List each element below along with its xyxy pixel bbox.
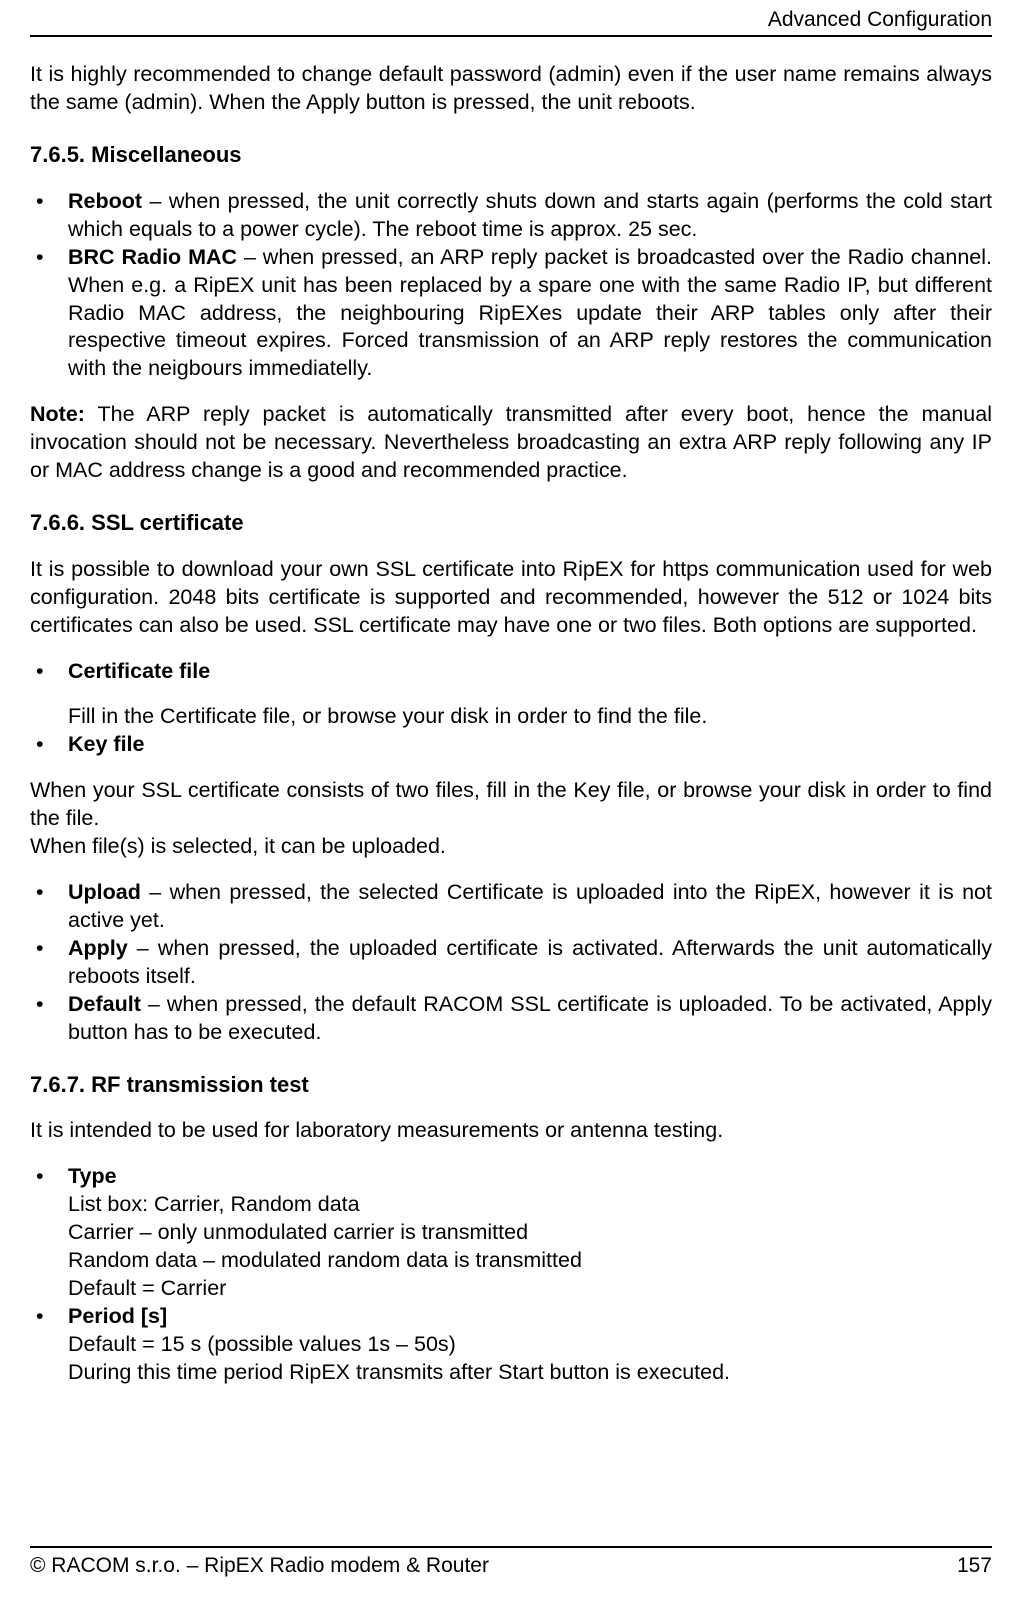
note-text: The ARP reply packet is automatically tr… — [30, 402, 992, 482]
list-ssl-actions: Upload – when pressed, the selected Cert… — [30, 879, 992, 1047]
ssl-intro: It is possible to download your own SSL … — [30, 556, 992, 640]
heading-7-6-7: 7.6.7. RF transmission test — [30, 1071, 992, 1100]
label-upload: Upload — [68, 880, 141, 904]
text-upload: – when pressed, the selected Certificate… — [68, 880, 992, 932]
key-file-paragraph-2: When file(s) is selected, it can be uplo… — [30, 833, 992, 861]
label-reboot: Reboot — [68, 189, 142, 213]
list-rf-test: Type List box: Carrier, Random data Carr… — [30, 1163, 992, 1387]
page-header: Advanced Configuration — [30, 0, 992, 37]
text-reboot: – when pressed, the unit correctly shuts… — [68, 189, 992, 241]
footer-page-number: 157 — [957, 1552, 992, 1579]
list-7-6-5: Reboot – when pressed, the unit correctl… — [30, 188, 992, 384]
label-cert-file: Certificate file — [68, 659, 210, 683]
label-key-file: Key file — [68, 732, 144, 756]
list-item-reboot: Reboot – when pressed, the unit correctl… — [30, 188, 992, 244]
heading-7-6-5: 7.6.5. Miscellaneous — [30, 141, 992, 170]
header-section-title: Advanced Configuration — [768, 6, 992, 33]
text-apply: – when pressed, the uploaded certificate… — [68, 936, 992, 988]
list-item-brc-radio-mac: BRC Radio MAC – when pressed, an ARP rep… — [30, 244, 992, 384]
page-body: It is highly recommended to change defau… — [30, 37, 992, 1387]
list-item-default: Default – when pressed, the default RACO… — [30, 991, 992, 1047]
label-apply: Apply — [68, 936, 128, 960]
label-period: Period [s] — [68, 1304, 167, 1328]
list-item-key-file: Key file — [30, 731, 992, 759]
list-item-upload: Upload – when pressed, the selected Cert… — [30, 879, 992, 935]
type-line-2: Carrier – only unmodulated carrier is tr… — [68, 1219, 992, 1247]
list-item-type: Type List box: Carrier, Random data Carr… — [30, 1163, 992, 1303]
list-item-cert-file: Certificate file Fill in the Certificate… — [30, 658, 992, 732]
note-paragraph: Note: The ARP reply packet is automatica… — [30, 401, 992, 485]
list-item-apply: Apply – when pressed, the uploaded certi… — [30, 935, 992, 991]
label-type: Type — [68, 1164, 117, 1188]
note-label: Note: — [30, 402, 85, 426]
key-file-paragraph: When your SSL certificate consists of tw… — [30, 777, 992, 833]
label-default: Default — [68, 992, 141, 1016]
type-line-3: Random data – modulated random data is t… — [68, 1247, 992, 1275]
page-footer: © RACOM s.r.o. – RipEX Radio modem & Rou… — [30, 1546, 992, 1579]
type-line-4: Default = Carrier — [68, 1275, 992, 1303]
footer-copyright: © RACOM s.r.o. – RipEX Radio modem & Rou… — [30, 1552, 489, 1579]
heading-7-6-6: 7.6.6. SSL certificate — [30, 509, 992, 538]
list-ssl-files: Certificate file Fill in the Certificate… — [30, 658, 992, 760]
period-line-2: During this time period RipEX transmits … — [68, 1359, 992, 1387]
text-default: – when pressed, the default RACOM SSL ce… — [68, 992, 992, 1044]
rf-intro: It is intended to be used for laboratory… — [30, 1117, 992, 1145]
desc-cert-file: Fill in the Certificate file, or browse … — [68, 703, 992, 731]
list-item-period: Period [s] Default = 15 s (possible valu… — [30, 1303, 992, 1387]
intro-paragraph: It is highly recommended to change defau… — [30, 61, 992, 117]
type-line-1: List box: Carrier, Random data — [68, 1191, 992, 1219]
period-line-1: Default = 15 s (possible values 1s – 50s… — [68, 1331, 992, 1359]
label-brc: BRC Radio MAC — [68, 245, 237, 269]
